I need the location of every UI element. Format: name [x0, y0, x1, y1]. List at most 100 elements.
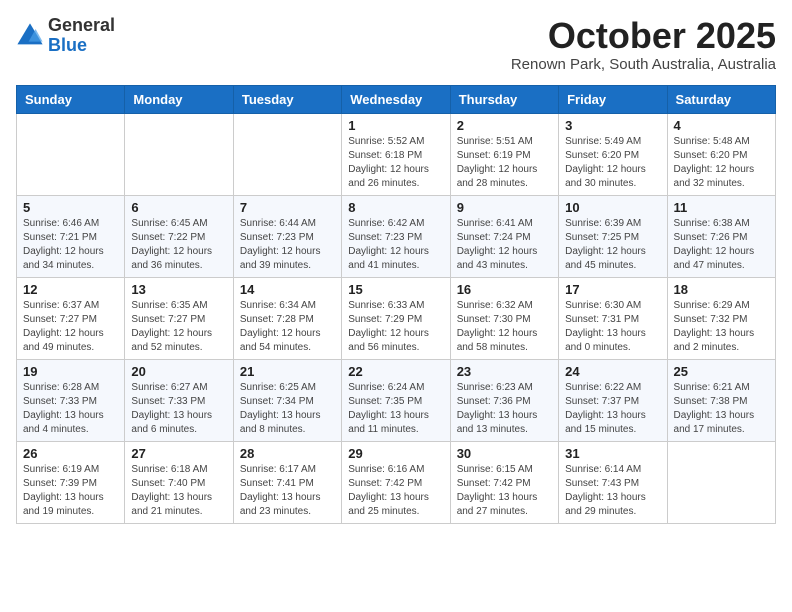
day-number: 17	[565, 282, 660, 297]
calendar-cell: 9 Sunrise: 6:41 AM Sunset: 7:24 PM Daylig…	[450, 195, 558, 277]
calendar-cell: 24 Sunrise: 6:22 AM Sunset: 7:37 PM Dayli…	[559, 359, 667, 441]
day-info: Sunrise: 5:52 AM Sunset: 6:18 PM Dayligh…	[348, 135, 443, 191]
calendar-cell: 3 Sunrise: 5:49 AM Sunset: 6:20 PM Daylig…	[559, 113, 667, 195]
day-info: Sunrise: 6:17 AM Sunset: 7:41 PM Dayligh…	[240, 463, 335, 519]
day-number: 29	[348, 446, 443, 461]
day-number: 15	[348, 282, 443, 297]
weekday-row: SundayMondayTuesdayWednesdayThursdayFrid…	[17, 85, 776, 113]
calendar-table: SundayMondayTuesdayWednesdayThursdayFrid…	[16, 85, 776, 524]
calendar-cell: 4 Sunrise: 5:48 AM Sunset: 6:20 PM Daylig…	[667, 113, 775, 195]
calendar-cell: 25Sunrise: 6:21 AM Sunset: 7:38 PM Dayli…	[667, 359, 775, 441]
logo: General Blue	[16, 16, 115, 56]
day-info: Sunrise: 5:48 AM Sunset: 6:20 PM Dayligh…	[674, 135, 769, 191]
day-info: Sunrise: 6:22 AM Sunset: 7:37 PM Dayligh…	[565, 381, 660, 437]
day-number: 13	[131, 282, 226, 297]
day-number: 28	[240, 446, 335, 461]
day-number: 6	[131, 200, 226, 215]
day-info: Sunrise: 5:49 AM Sunset: 6:20 PM Dayligh…	[565, 135, 660, 191]
day-info: Sunrise: 6:25 AM Sunset: 7:34 PM Dayligh…	[240, 381, 335, 437]
calendar-cell: 17Sunrise: 6:30 AM Sunset: 7:31 PM Dayli…	[559, 277, 667, 359]
calendar-cell	[233, 113, 341, 195]
day-number: 4	[674, 118, 769, 133]
weekday-header: Friday	[559, 85, 667, 113]
calendar-cell: 7 Sunrise: 6:44 AM Sunset: 7:23 PM Daylig…	[233, 195, 341, 277]
logo-icon	[16, 22, 44, 50]
day-number: 22	[348, 364, 443, 379]
day-number: 30	[457, 446, 552, 461]
weekday-header: Monday	[125, 85, 233, 113]
day-info: Sunrise: 6:27 AM Sunset: 7:33 PM Dayligh…	[131, 381, 226, 437]
day-info: Sunrise: 6:32 AM Sunset: 7:30 PM Dayligh…	[457, 299, 552, 355]
day-info: Sunrise: 6:16 AM Sunset: 7:42 PM Dayligh…	[348, 463, 443, 519]
day-info: Sunrise: 6:24 AM Sunset: 7:35 PM Dayligh…	[348, 381, 443, 437]
title-block: October 2025 Renown Park, South Australi…	[511, 16, 776, 73]
logo-blue: Blue	[48, 36, 115, 56]
calendar-cell: 23 Sunrise: 6:23 AM Sunset: 7:36 PM Dayli…	[450, 359, 558, 441]
calendar-cell: 30 Sunrise: 6:15 AM Sunset: 7:42 PM Dayli…	[450, 441, 558, 523]
calendar-cell	[17, 113, 125, 195]
day-info: Sunrise: 6:33 AM Sunset: 7:29 PM Dayligh…	[348, 299, 443, 355]
calendar-cell: 22 Sunrise: 6:24 AM Sunset: 7:35 PM Dayli…	[342, 359, 450, 441]
day-info: Sunrise: 6:19 AM Sunset: 7:39 PM Dayligh…	[23, 463, 118, 519]
day-info: Sunrise: 6:45 AM Sunset: 7:22 PM Dayligh…	[131, 217, 226, 273]
calendar-cell: 18Sunrise: 6:29 AM Sunset: 7:32 PM Dayli…	[667, 277, 775, 359]
calendar-body: 1 Sunrise: 5:52 AM Sunset: 6:18 PM Daylig…	[17, 113, 776, 523]
day-info: Sunrise: 6:28 AM Sunset: 7:33 PM Dayligh…	[23, 381, 118, 437]
calendar-cell: 8Sunrise: 6:42 AM Sunset: 7:23 PM Daylig…	[342, 195, 450, 277]
calendar-week-row: 5Sunrise: 6:46 AM Sunset: 7:21 PM Daylig…	[17, 195, 776, 277]
logo-text: General Blue	[48, 16, 115, 56]
day-number: 16	[457, 282, 552, 297]
day-number: 2	[457, 118, 552, 133]
day-number: 24	[565, 364, 660, 379]
day-number: 23	[457, 364, 552, 379]
logo-general: General	[48, 16, 115, 36]
day-number: 20	[131, 364, 226, 379]
day-info: Sunrise: 6:23 AM Sunset: 7:36 PM Dayligh…	[457, 381, 552, 437]
day-info: Sunrise: 6:14 AM Sunset: 7:43 PM Dayligh…	[565, 463, 660, 519]
day-number: 11	[674, 200, 769, 215]
day-number: 9	[457, 200, 552, 215]
day-info: Sunrise: 5:51 AM Sunset: 6:19 PM Dayligh…	[457, 135, 552, 191]
day-number: 8	[348, 200, 443, 215]
calendar-cell: 29 Sunrise: 6:16 AM Sunset: 7:42 PM Dayli…	[342, 441, 450, 523]
calendar-cell: 2 Sunrise: 5:51 AM Sunset: 6:19 PM Daylig…	[450, 113, 558, 195]
day-number: 5	[23, 200, 118, 215]
calendar-cell: 12Sunrise: 6:37 AM Sunset: 7:27 PM Dayli…	[17, 277, 125, 359]
calendar-cell: 14Sunrise: 6:34 AM Sunset: 7:28 PM Dayli…	[233, 277, 341, 359]
day-number: 18	[674, 282, 769, 297]
month-title: October 2025	[511, 16, 776, 56]
day-number: 26	[23, 446, 118, 461]
day-number: 31	[565, 446, 660, 461]
calendar-cell: 28 Sunrise: 6:17 AM Sunset: 7:41 PM Dayli…	[233, 441, 341, 523]
calendar-cell	[125, 113, 233, 195]
calendar-header: SundayMondayTuesdayWednesdayThursdayFrid…	[17, 85, 776, 113]
day-number: 3	[565, 118, 660, 133]
calendar-week-row: 12Sunrise: 6:37 AM Sunset: 7:27 PM Dayli…	[17, 277, 776, 359]
calendar-week-row: 1 Sunrise: 5:52 AM Sunset: 6:18 PM Daylig…	[17, 113, 776, 195]
weekday-header: Sunday	[17, 85, 125, 113]
day-info: Sunrise: 6:35 AM Sunset: 7:27 PM Dayligh…	[131, 299, 226, 355]
day-info: Sunrise: 6:37 AM Sunset: 7:27 PM Dayligh…	[23, 299, 118, 355]
weekday-header: Tuesday	[233, 85, 341, 113]
day-info: Sunrise: 6:41 AM Sunset: 7:24 PM Dayligh…	[457, 217, 552, 273]
day-info: Sunrise: 6:38 AM Sunset: 7:26 PM Dayligh…	[674, 217, 769, 273]
calendar-cell: 16 Sunrise: 6:32 AM Sunset: 7:30 PM Dayli…	[450, 277, 558, 359]
day-info: Sunrise: 6:15 AM Sunset: 7:42 PM Dayligh…	[457, 463, 552, 519]
day-number: 7	[240, 200, 335, 215]
calendar-cell: 10Sunrise: 6:39 AM Sunset: 7:25 PM Dayli…	[559, 195, 667, 277]
day-number: 19	[23, 364, 118, 379]
day-number: 10	[565, 200, 660, 215]
day-info: Sunrise: 6:44 AM Sunset: 7:23 PM Dayligh…	[240, 217, 335, 273]
day-number: 1	[348, 118, 443, 133]
calendar-cell: 6 Sunrise: 6:45 AM Sunset: 7:22 PM Daylig…	[125, 195, 233, 277]
weekday-header: Saturday	[667, 85, 775, 113]
calendar-cell: 1 Sunrise: 5:52 AM Sunset: 6:18 PM Daylig…	[342, 113, 450, 195]
location-subtitle: Renown Park, South Australia, Australia	[511, 56, 776, 73]
calendar-week-row: 19 Sunrise: 6:28 AM Sunset: 7:33 PM Dayli…	[17, 359, 776, 441]
day-number: 27	[131, 446, 226, 461]
weekday-header: Thursday	[450, 85, 558, 113]
calendar-cell: 15 Sunrise: 6:33 AM Sunset: 7:29 PM Dayli…	[342, 277, 450, 359]
calendar-cell: 26 Sunrise: 6:19 AM Sunset: 7:39 PM Dayli…	[17, 441, 125, 523]
calendar-cell: 19 Sunrise: 6:28 AM Sunset: 7:33 PM Dayli…	[17, 359, 125, 441]
calendar-cell: 20 Sunrise: 6:27 AM Sunset: 7:33 PM Dayli…	[125, 359, 233, 441]
